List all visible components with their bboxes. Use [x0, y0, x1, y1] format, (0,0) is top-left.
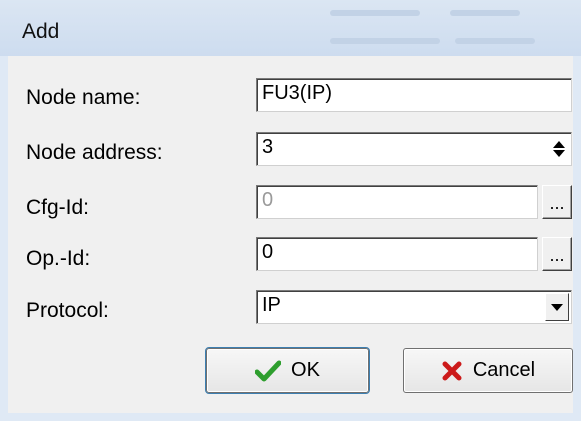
node-address-spinner[interactable]	[550, 136, 568, 162]
protocol-dropdown-button[interactable]	[545, 293, 569, 321]
dialog-body: Node name: FU3(IP) Node address: 3 Cfg-I…	[8, 56, 573, 413]
x-icon	[442, 361, 462, 380]
title-bar[interactable]: Add	[0, 0, 581, 56]
spin-down-icon[interactable]	[553, 150, 565, 157]
node-name-value: FU3(IP)	[262, 82, 332, 104]
node-name-label: Node name:	[26, 86, 141, 109]
cfg-id-value: 0	[262, 189, 274, 211]
node-address-label: Node address:	[26, 141, 163, 164]
cancel-label: Cancel	[472, 359, 536, 381]
chevron-down-icon	[551, 303, 563, 311]
spin-up-icon[interactable]	[553, 141, 565, 148]
cancel-button[interactable]: Cancel	[403, 348, 573, 393]
node-name-field[interactable]: FU3(IP)	[256, 78, 572, 112]
dialog-title: Add	[22, 20, 60, 43]
ok-label: OK	[291, 359, 320, 381]
node-address-field[interactable]: 3	[256, 132, 572, 166]
op-id-browse-button[interactable]: ...	[542, 237, 572, 271]
check-icon	[255, 360, 282, 381]
add-dialog: Add Node name: FU3(IP) Node address: 3 C…	[0, 0, 581, 421]
ok-button[interactable]: OK	[205, 347, 370, 394]
cfg-id-field: 0	[256, 185, 538, 219]
protocol-label: Protocol:	[26, 299, 109, 322]
op-id-field[interactable]: 0	[256, 237, 538, 271]
op-id-label: Op.-Id:	[26, 247, 91, 270]
cfg-id-label: Cfg-Id:	[26, 196, 90, 219]
node-address-value: 3	[262, 136, 274, 158]
protocol-value: IP	[262, 294, 281, 316]
cfg-id-browse-button[interactable]: ...	[542, 185, 572, 219]
protocol-select[interactable]: IP	[256, 290, 572, 324]
op-id-value: 0	[262, 241, 274, 263]
